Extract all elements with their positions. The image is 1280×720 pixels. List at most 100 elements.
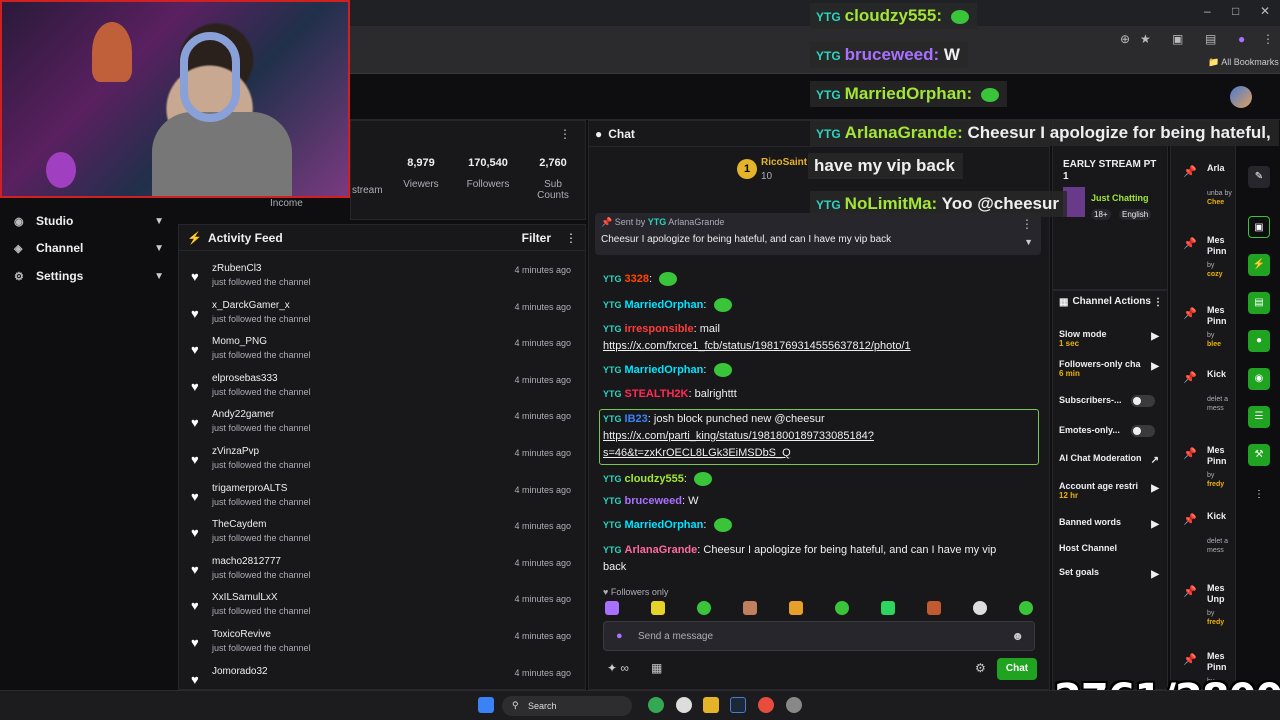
chat-message[interactable]: YTG STEALTH2K: balrighttt: [603, 386, 1039, 403]
emote[interactable]: [651, 601, 665, 615]
mod-action-item[interactable]: 📌 Arla unba by Chee: [1175, 161, 1235, 217]
taskbar-search[interactable]: ⚲ Search: [502, 696, 632, 716]
chat-message[interactable]: YTG ArlanaGrande: Cheesur I apologize for…: [603, 542, 1039, 559]
star-icon[interactable]: ★: [1140, 32, 1151, 46]
feed-username[interactable]: XxILSamulLxX: [212, 592, 278, 603]
feed-username[interactable]: macho2812777: [212, 556, 281, 567]
profile-icon[interactable]: ●: [1238, 32, 1245, 46]
more-icon[interactable]: ⋮: [1021, 217, 1033, 231]
channel-action-item[interactable]: AI Chat Moderation ↗: [1059, 453, 1163, 466]
chat-username[interactable]: cloudzy555: [625, 473, 684, 485]
emote[interactable]: [881, 601, 895, 615]
more-icon[interactable]: ⋮: [565, 231, 577, 245]
gear-icon[interactable]: [786, 697, 802, 713]
chat-username[interactable]: irresponsible: [625, 323, 694, 335]
dots-icon[interactable]: ⋮: [1248, 484, 1270, 506]
steam-icon[interactable]: [730, 697, 746, 713]
feed-item[interactable]: ♥ Andy22gamer just followed the channel 4 m…: [191, 409, 579, 439]
chat-link[interactable]: https://x.com/parti_king/status/19818001…: [603, 430, 874, 442]
emote[interactable]: [927, 601, 941, 615]
close-icon[interactable]: ✕: [1260, 4, 1270, 18]
avatar[interactable]: [1230, 86, 1252, 108]
store-icon[interactable]: ▦: [651, 661, 662, 675]
pencil-icon[interactable]: ✎: [1248, 166, 1270, 188]
extensions-icon[interactable]: ▣: [1172, 32, 1183, 46]
chat-username[interactable]: ArlanaGrande: [625, 544, 698, 556]
maximize-icon[interactable]: □: [1232, 4, 1239, 18]
chat-message[interactable]: YTG cloudzy555:: [603, 471, 1039, 488]
mod-action-item[interactable]: 📌 Kick delet a mess: [1175, 509, 1235, 565]
folder-icon[interactable]: [703, 697, 719, 713]
emote-bar[interactable]: [605, 601, 1035, 619]
pinned-message[interactable]: 📌 Sent by YTG ArlanaGrande Cheesur I apo…: [595, 213, 1041, 255]
chat-username[interactable]: IB23: [625, 413, 648, 425]
stream-category[interactable]: Just Chatting: [1091, 193, 1149, 203]
filter-button[interactable]: Filter: [522, 231, 551, 245]
sidepanel-icon[interactable]: ▤: [1205, 32, 1216, 46]
chrome-icon[interactable]: [648, 697, 664, 713]
mod-action-item[interactable]: 📌 Mes Pinn by blee: [1175, 303, 1235, 359]
tag[interactable]: 18+: [1091, 209, 1111, 220]
chat-message[interactable]: YTG irresponsible: mail: [603, 321, 1039, 338]
feed-username[interactable]: Andy22gamer: [212, 409, 274, 420]
toggle-switch[interactable]: [1131, 395, 1155, 407]
feed-item[interactable]: ♥ elprosebas333 just followed the channel 4…: [191, 373, 579, 403]
mod-action-item[interactable]: 📌 Mes Unp by fredy: [1175, 581, 1235, 637]
chevron-down-icon[interactable]: ▼: [1024, 237, 1033, 247]
chat-username[interactable]: MarriedOrphan: [625, 519, 704, 531]
all-bookmarks-button[interactable]: 📁 All Bookmarks: [1208, 57, 1279, 68]
chrome-alt-icon[interactable]: [758, 697, 774, 713]
feed-username[interactable]: Momo_PNG: [212, 336, 267, 347]
emote[interactable]: [743, 601, 757, 615]
mic-icon[interactable]: ●: [616, 630, 623, 642]
fullscreen-icon[interactable]: ▣: [1248, 216, 1270, 238]
feed-item[interactable]: ♥ TheCaydem just followed the channel 4 min…: [191, 519, 579, 549]
chat-input[interactable]: ● Send a message ☻: [603, 621, 1035, 651]
more-icon[interactable]: ⋮: [559, 127, 571, 141]
document-icon[interactable]: ▤: [1248, 292, 1270, 314]
feed-username[interactable]: x_DarckGamer_x: [212, 300, 290, 311]
chat-send-button[interactable]: Chat: [997, 658, 1037, 680]
toggle-switch[interactable]: [1131, 425, 1155, 437]
feed-item[interactable]: ♥ ToxicoRevive just followed the channel 4 …: [191, 629, 579, 659]
top-gifter-name[interactable]: RicoSaint: [761, 157, 807, 168]
feed-item[interactable]: ♥ trigamerproALTS just followed the channe…: [191, 483, 579, 513]
windows-start-icon[interactable]: [478, 697, 494, 713]
emote[interactable]: [1019, 601, 1033, 615]
chat-link[interactable]: https://x.com/fxrce1_fcb/status/19817693…: [603, 340, 911, 352]
channel-action-item[interactable]: Account age restri 12 hr ▶: [1059, 481, 1163, 500]
nav-channel[interactable]: ◈ Channel ▼: [14, 237, 164, 259]
chat-message[interactable]: YTG MarriedOrphan:: [603, 297, 1039, 314]
lightning-icon[interactable]: ⚡: [1248, 254, 1270, 276]
emote[interactable]: [697, 601, 711, 615]
feed-item[interactable]: ♥ XxILSamulLxX just followed the channel 4 …: [191, 592, 579, 622]
nav-studio[interactable]: ◉ Studio ▼: [14, 210, 164, 232]
emoji-icon[interactable]: ☻: [1011, 629, 1024, 643]
emote[interactable]: [789, 601, 803, 615]
mod-action-item[interactable]: 📌 Kick delet a mess: [1175, 367, 1235, 423]
points-icon[interactable]: ✦ ∞: [607, 661, 629, 675]
wrench-icon[interactable]: ⚒: [1248, 444, 1270, 466]
nav-settings[interactable]: ⚙ Settings ▼: [14, 265, 164, 287]
feed-item[interactable]: ♥ x_DarckGamer_x just followed the channel…: [191, 300, 579, 330]
chat-message[interactable]: YTG MarriedOrphan:: [603, 517, 1039, 534]
feed-username[interactable]: trigamerproALTS: [212, 483, 287, 494]
channel-action-item[interactable]: Emotes-only...: [1059, 425, 1163, 437]
emote[interactable]: [973, 601, 987, 615]
chat-username[interactable]: STEALTH2K: [625, 388, 689, 400]
feed-item[interactable]: ♥ Momo_PNG just followed the channel 4 minu…: [191, 336, 579, 366]
menu-icon[interactable]: ⋮: [1262, 32, 1274, 46]
feed-item[interactable]: ♥ zVinzaPvp just followed the channel 4 min…: [191, 446, 579, 476]
feed-username[interactable]: elprosebas333: [212, 373, 278, 384]
emote[interactable]: [835, 601, 849, 615]
chat-message[interactable]: s=46&t=zxKrOECL8LGk3EiMSDbS_Q: [603, 445, 1039, 462]
chat-message[interactable]: https://x.com/parti_king/status/19818001…: [603, 428, 1039, 445]
chat-message[interactable]: https://x.com/fxrce1_fcb/status/19817693…: [603, 338, 1039, 355]
zoom-icon[interactable]: ⊕: [1120, 32, 1130, 46]
channel-action-item[interactable]: Slow mode 1 sec ▶: [1059, 329, 1163, 348]
chat-settings-icon[interactable]: ⚙: [975, 661, 986, 675]
chat-username[interactable]: 3328: [625, 273, 649, 285]
channel-action-item[interactable]: Host Channel: [1059, 543, 1163, 553]
chat-message[interactable]: YTG bruceweed: W: [603, 493, 1039, 510]
mod-action-item[interactable]: 📌 Mes Pinn by fredy: [1175, 443, 1235, 499]
